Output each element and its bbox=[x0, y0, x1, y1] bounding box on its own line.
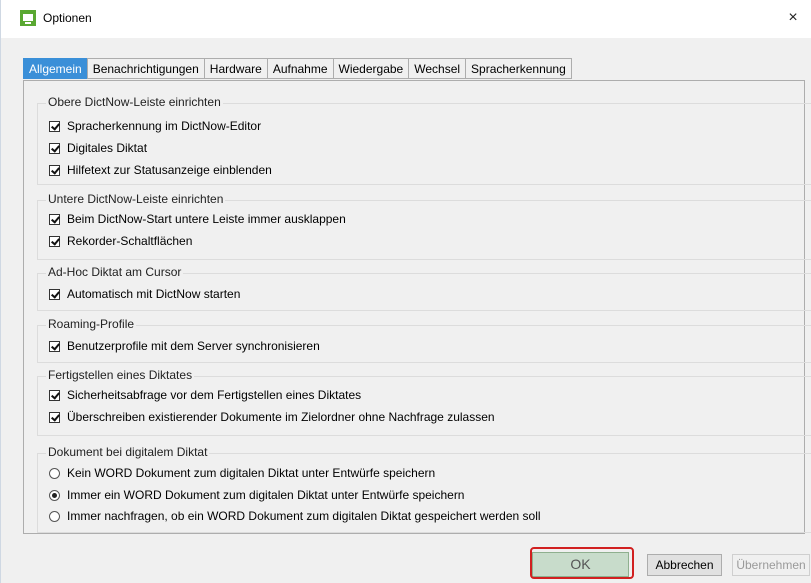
group-dokument-digitales-diktat: Dokument bei digitalem Diktat Kein WORD … bbox=[37, 445, 811, 533]
group-title: Obere DictNow-Leiste einrichten bbox=[46, 95, 223, 109]
checkbox-box[interactable] bbox=[49, 411, 60, 423]
radio-label: Kein WORD Dokument zum digitalen Diktat … bbox=[67, 466, 436, 480]
title-bar: Optionen × bbox=[1, 0, 811, 38]
radio-immer-nachfragen[interactable]: Immer nachfragen, ob ein WORD Dokument z… bbox=[49, 508, 541, 524]
group-title: Ad-Hoc Diktat am Cursor bbox=[46, 265, 184, 279]
tab-allgemein[interactable]: Allgemein bbox=[23, 58, 87, 79]
group-obere-leiste: Obere DictNow-Leiste einrichten Spracher… bbox=[37, 95, 811, 185]
tab-aufnahme[interactable]: Aufnahme bbox=[266, 58, 333, 79]
tab-wiedergabe[interactable]: Wiedergabe bbox=[332, 58, 409, 79]
checkbox-benutzerprofile-sync[interactable]: Benutzerprofile mit dem Server synchroni… bbox=[49, 338, 320, 354]
cancel-button[interactable]: Abbrechen bbox=[647, 554, 722, 576]
radio-circle[interactable] bbox=[49, 510, 60, 522]
checkbox-hilfetext[interactable]: Hilfetext zur Statusanzeige einblenden bbox=[49, 162, 272, 178]
checkbox-label: Benutzerprofile mit dem Server synchroni… bbox=[67, 339, 320, 353]
checkbox-box[interactable] bbox=[49, 235, 60, 247]
group-frame bbox=[37, 200, 811, 260]
radio-circle[interactable] bbox=[49, 489, 60, 501]
group-title: Dokument bei digitalem Diktat bbox=[46, 445, 210, 459]
radio-label: Immer nachfragen, ob ein WORD Dokument z… bbox=[67, 509, 541, 523]
options-dialog: Optionen × Allgemein Benachrichtigungen … bbox=[0, 0, 811, 583]
checkbox-label: Beim DictNow-Start untere Leiste immer a… bbox=[67, 212, 346, 226]
checkbox-digitales-diktat[interactable]: Digitales Diktat bbox=[49, 140, 147, 156]
group-title: Untere DictNow-Leiste einrichten bbox=[46, 192, 226, 206]
checkbox-untere-leiste-ausklappen[interactable]: Beim DictNow-Start untere Leiste immer a… bbox=[49, 211, 346, 227]
checkbox-label: Hilfetext zur Statusanzeige einblenden bbox=[67, 163, 272, 177]
tab-spracherkennung[interactable]: Spracherkennung bbox=[465, 58, 572, 79]
group-roaming-profile: Roaming-Profile Benutzerprofile mit dem … bbox=[37, 317, 811, 363]
group-fertigstellen: Fertigstellen eines Diktates Sicherheits… bbox=[37, 368, 811, 436]
dictnow-app-icon bbox=[20, 10, 36, 26]
tab-wechsel[interactable]: Wechsel bbox=[408, 58, 466, 79]
radio-immer-word-dokument[interactable]: Immer ein WORD Dokument zum digitalen Di… bbox=[49, 487, 464, 503]
group-title: Fertigstellen eines Diktates bbox=[46, 368, 195, 382]
checkbox-box[interactable] bbox=[49, 213, 60, 225]
close-button[interactable]: × bbox=[778, 4, 808, 32]
checkbox-box[interactable] bbox=[49, 164, 60, 176]
checkbox-label: Rekorder-Schaltflächen bbox=[67, 234, 193, 248]
checkbox-box[interactable] bbox=[49, 142, 60, 154]
tab-hardware[interactable]: Hardware bbox=[203, 58, 267, 79]
checkbox-label: Spracherkennung im DictNow-Editor bbox=[67, 119, 262, 133]
checkbox-box[interactable] bbox=[49, 120, 60, 132]
checkbox-box[interactable] bbox=[49, 288, 60, 300]
radio-label: Immer ein WORD Dokument zum digitalen Di… bbox=[67, 488, 465, 502]
checkbox-sicherheitsabfrage[interactable]: Sicherheitsabfrage vor dem Fertigstellen… bbox=[49, 387, 361, 403]
checkbox-spracherkennung-editor[interactable]: Spracherkennung im DictNow-Editor bbox=[49, 118, 261, 134]
checkbox-automatisch-starten[interactable]: Automatisch mit DictNow starten bbox=[49, 286, 240, 302]
checkbox-box[interactable] bbox=[49, 340, 60, 352]
group-untere-leiste: Untere DictNow-Leiste einrichten Beim Di… bbox=[37, 192, 811, 260]
checkbox-label: Digitales Diktat bbox=[67, 141, 148, 155]
group-title: Roaming-Profile bbox=[46, 317, 137, 331]
checkbox-label: Überschreiben existierender Dokumente im… bbox=[67, 410, 495, 424]
group-frame bbox=[37, 376, 811, 436]
tab-strip: Allgemein Benachrichtigungen Hardware Au… bbox=[23, 58, 572, 80]
radio-circle[interactable] bbox=[49, 467, 60, 479]
apply-button[interactable]: Übernehmen bbox=[732, 554, 810, 576]
checkbox-ueberschreiben[interactable]: Überschreiben existierender Dokumente im… bbox=[49, 409, 495, 425]
group-ad-hoc-diktat: Ad-Hoc Diktat am Cursor Automatisch mit … bbox=[37, 265, 811, 311]
checkbox-box[interactable] bbox=[49, 389, 60, 401]
checkbox-label: Sicherheitsabfrage vor dem Fertigstellen… bbox=[67, 388, 362, 402]
radio-kein-word-dokument[interactable]: Kein WORD Dokument zum digitalen Diktat … bbox=[49, 465, 435, 481]
tab-benachrichtigungen[interactable]: Benachrichtigungen bbox=[86, 58, 204, 79]
checkbox-label: Automatisch mit DictNow starten bbox=[67, 287, 241, 301]
window-title: Optionen bbox=[43, 11, 92, 25]
checkbox-rekorder-schaltflaechen[interactable]: Rekorder-Schaltflächen bbox=[49, 233, 192, 249]
ok-button[interactable]: OK bbox=[532, 552, 629, 577]
